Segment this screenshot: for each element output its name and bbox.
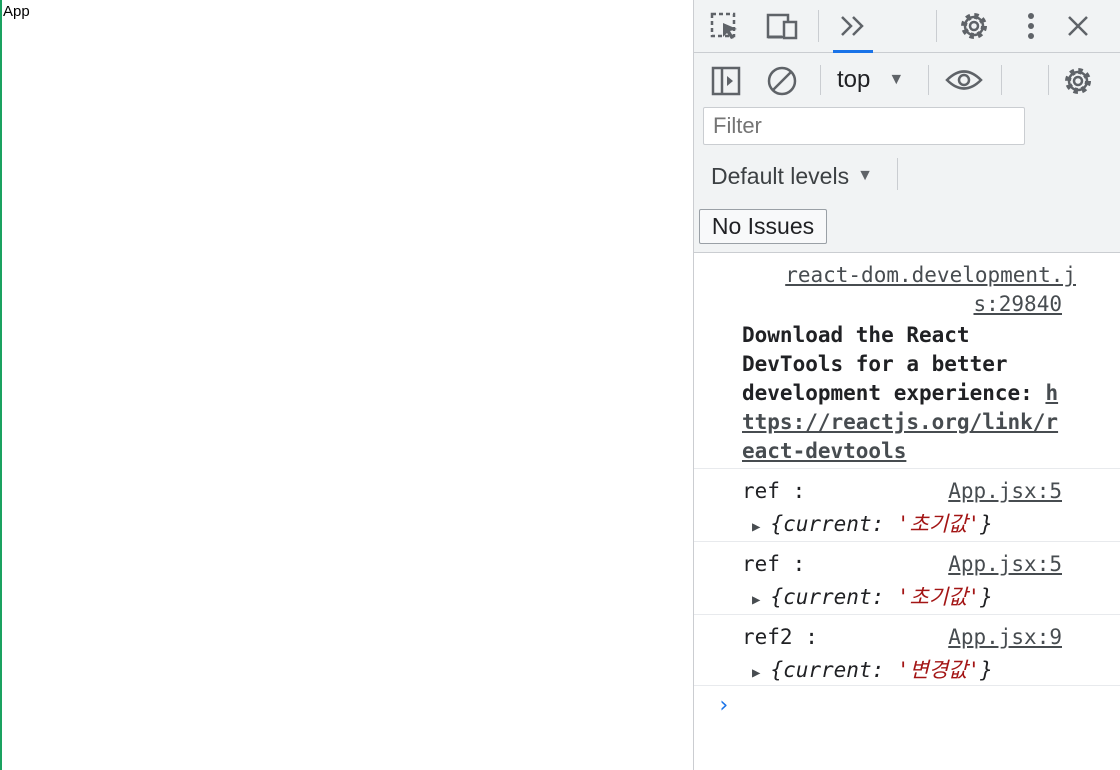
toolbar-divider <box>820 65 821 95</box>
log-levels-dropdown[interactable]: Default levels ▼ <box>711 161 873 191</box>
toolbar-divider <box>1001 65 1002 95</box>
context-label: top <box>837 66 871 93</box>
console-message: ref2 : App.jsx:9 ▶ {current: '변경값'} <box>694 615 1120 686</box>
object-value: '변경값' <box>896 658 981 682</box>
page-viewport: App <box>0 0 693 770</box>
expand-triangle-icon[interactable]: ▶ <box>752 592 760 608</box>
log-label: ref2 : <box>742 625 818 649</box>
close-icon[interactable] <box>1062 10 1094 42</box>
console-settings-gear-icon[interactable] <box>1061 64 1095 98</box>
message-line: development experience: <box>742 381 1046 405</box>
console-prompt-icon[interactable]: › <box>717 693 730 718</box>
message-text: Download the React DevTools for a better… <box>742 321 1058 466</box>
console-message: ref : App.jsx:5 ▶ {current: '초기값'} <box>694 469 1120 542</box>
expand-triangle-icon[interactable]: ▶ <box>752 519 760 535</box>
toolbar-divider <box>897 158 898 190</box>
console-message: react-dom.development.j s:29840 Download… <box>694 253 1120 469</box>
more-tabs-icon[interactable] <box>834 10 872 42</box>
object-value: '초기값' <box>896 585 981 609</box>
console-messages: react-dom.development.j s:29840 Download… <box>694 253 1120 770</box>
context-selector[interactable]: top ▼ <box>837 65 904 95</box>
devtools-main-toolbar <box>694 0 1120 53</box>
dropdown-caret-icon: ▼ <box>857 167 873 184</box>
source-link[interactable]: s:29840 <box>973 292 1062 316</box>
device-toolbar-icon[interactable] <box>764 10 800 42</box>
app-text: App <box>3 3 30 20</box>
react-devtools-link[interactable]: eact-devtools <box>742 439 906 463</box>
gear-icon[interactable] <box>957 9 991 43</box>
object-preview[interactable]: ▶ {current: '초기값'} <box>752 581 993 611</box>
toolbar-divider <box>818 10 819 42</box>
message-line: DevTools for a better <box>742 352 1008 376</box>
log-label: ref : <box>742 479 806 503</box>
dropdown-caret-icon: ▼ <box>888 71 905 88</box>
message-line: Download the React <box>742 323 970 347</box>
object-key: current <box>783 585 872 609</box>
source-link[interactable]: App.jsx:9 <box>948 625 1062 649</box>
object-key: current <box>783 512 872 536</box>
expand-triangle-icon[interactable]: ▶ <box>752 665 760 681</box>
console-toolbar: top ▼ Default levels ▼ No Issues <box>694 53 1120 253</box>
toolbar-divider <box>1048 65 1049 95</box>
element-picker-icon[interactable] <box>708 10 742 42</box>
object-preview[interactable]: ▶ {current: '초기값'} <box>752 508 993 538</box>
vertical-dots-icon[interactable] <box>1019 9 1043 43</box>
devtools-panel: top ▼ Default levels ▼ No Issues <box>693 0 1120 770</box>
eye-icon[interactable] <box>944 65 984 95</box>
source-link[interactable]: react-dom.development.j <box>785 263 1076 287</box>
toolbar-divider <box>928 65 929 95</box>
toolbar-divider <box>936 10 937 42</box>
log-levels-label: Default levels <box>711 162 850 189</box>
object-preview[interactable]: ▶ {current: '변경값'} <box>752 654 993 684</box>
log-label: ref : <box>742 552 806 576</box>
object-key: current <box>783 658 872 682</box>
console-message: ref : App.jsx:5 ▶ {current: '초기값'} <box>694 542 1120 615</box>
react-devtools-link[interactable]: ttps://reactjs.org/link/r <box>742 410 1058 434</box>
filter-input[interactable] <box>703 107 1025 145</box>
react-devtools-link[interactable]: h <box>1045 381 1058 405</box>
clear-console-icon[interactable] <box>765 65 799 97</box>
source-link[interactable]: App.jsx:5 <box>948 552 1062 576</box>
source-link[interactable]: App.jsx:5 <box>948 479 1062 503</box>
object-value: '초기값' <box>896 512 981 536</box>
issues-button[interactable]: No Issues <box>699 209 827 244</box>
sidebar-toggle-icon[interactable] <box>709 65 743 97</box>
